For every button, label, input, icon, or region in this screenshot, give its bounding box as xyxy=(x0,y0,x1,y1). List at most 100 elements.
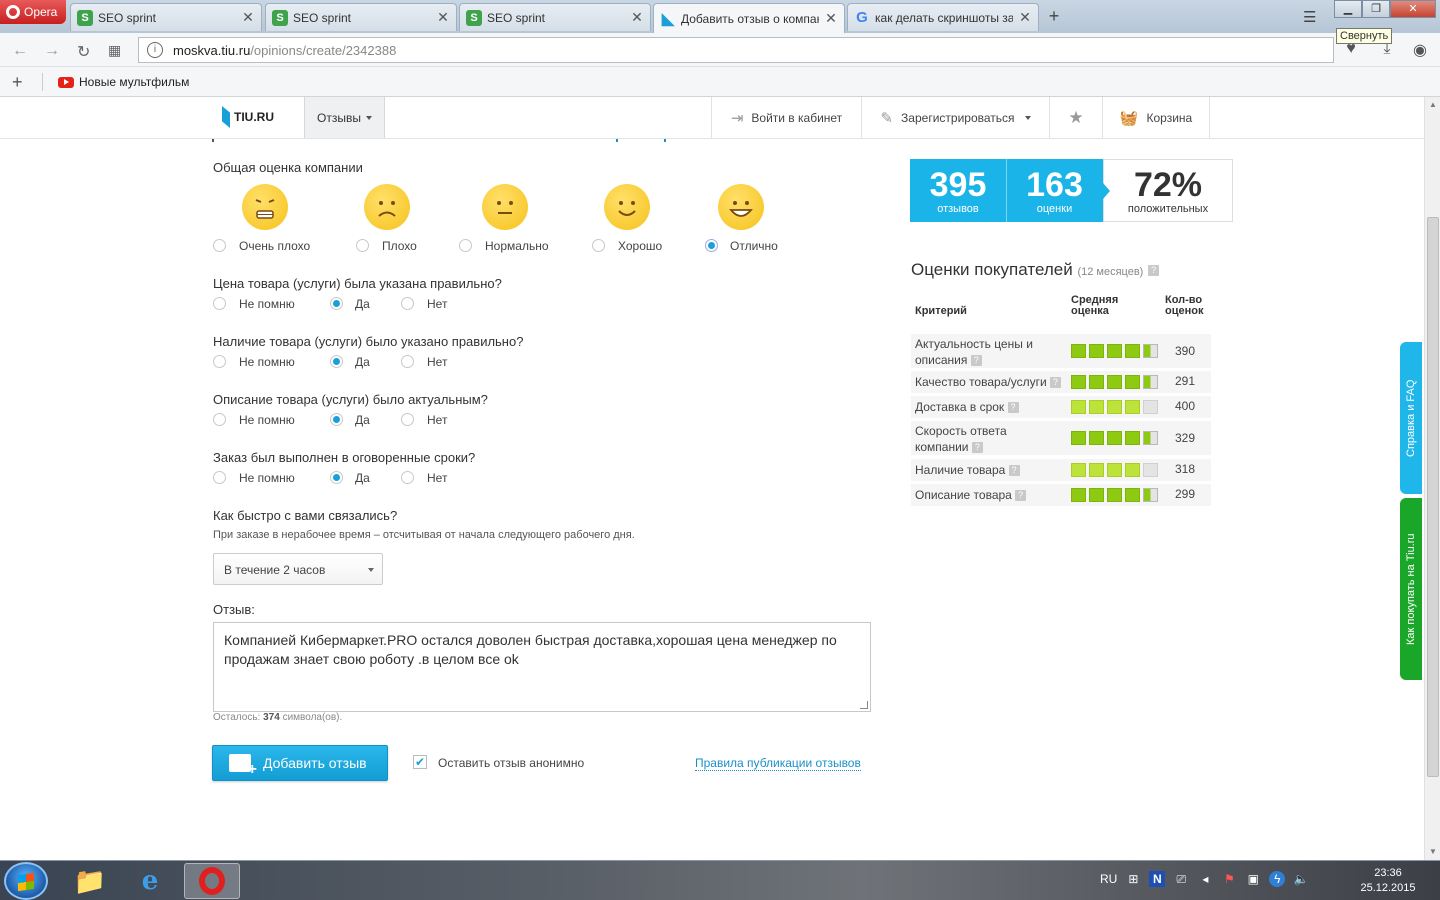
file-explorer-taskbar-icon[interactable]: 📁 xyxy=(62,863,118,899)
how-to-buy-side-tab[interactable]: Как покупать на Tiu.ru xyxy=(1400,498,1422,680)
speed-dial-grid-icon[interactable]: ▦ xyxy=(108,42,121,59)
help-question-icon[interactable]: ? xyxy=(971,442,983,454)
forward-arrow-icon[interactable]: → xyxy=(44,42,60,60)
account-icon[interactable]: ◉ xyxy=(1410,40,1430,60)
neutral-face-icon[interactable] xyxy=(482,184,528,230)
cart-button[interactable]: 🧺 Корзина xyxy=(1102,97,1210,138)
help-faq-side-tab[interactable]: Справка и FAQ xyxy=(1400,342,1422,494)
browser-tab[interactable]: S SEO sprint ✕ xyxy=(70,3,262,31)
tab-close-icon[interactable]: ✕ xyxy=(630,9,644,26)
bookmark-item[interactable]: Новые мультфильм xyxy=(58,75,189,89)
question-description-yes-radio[interactable] xyxy=(330,413,343,426)
ratings-stat[interactable]: 163 оценки xyxy=(1006,159,1102,222)
overall-excellent-radio[interactable] xyxy=(705,239,718,252)
question-price-yes-radio[interactable] xyxy=(330,297,343,310)
help-question-icon[interactable]: ? xyxy=(1008,465,1020,477)
question-deadline-yes-radio[interactable] xyxy=(330,471,343,484)
close-window-button[interactable]: ✕ xyxy=(1390,0,1436,18)
criterion-line: Актуальность цены и xyxy=(915,337,1033,351)
page-scrollbar[interactable]: ▲ ▼ xyxy=(1424,97,1440,860)
new-tab-button[interactable]: + xyxy=(1044,6,1064,27)
help-question-icon[interactable]: ? xyxy=(1015,490,1027,502)
remaining-suffix: символа(ов). xyxy=(282,712,343,723)
youtube-icon xyxy=(58,76,74,88)
browser-tab[interactable]: G как делать скриншоты за ✕ xyxy=(847,3,1039,31)
overall-very-bad-radio[interactable] xyxy=(213,239,226,252)
opera-taskbar-icon[interactable] xyxy=(184,863,240,899)
maximize-button[interactable]: ❐ xyxy=(1362,0,1390,18)
tab-close-icon[interactable]: ✕ xyxy=(824,10,838,27)
help-question-icon[interactable]: ? xyxy=(1148,265,1160,277)
overall-good-radio[interactable] xyxy=(592,239,605,252)
tab-menu-icon[interactable]: ☰ xyxy=(1303,8,1316,26)
help-question-icon[interactable]: ? xyxy=(1007,402,1019,414)
question-price-no-radio[interactable] xyxy=(401,297,414,310)
question-price-dont-remember-radio[interactable] xyxy=(213,297,226,310)
browser-tab[interactable]: S SEO sprint ✕ xyxy=(265,3,457,31)
display-icon[interactable]: ▣ xyxy=(1245,871,1261,887)
minimize-button[interactable]: ▁ xyxy=(1334,0,1362,18)
clock-time: 23:36 xyxy=(1374,867,1402,879)
tab-title: SEO sprint xyxy=(487,10,546,25)
reviews-stat[interactable]: 395 отзывов xyxy=(910,159,1006,222)
browser-tab-active[interactable]: ◣ Добавить отзыв о компан ✕ xyxy=(653,3,845,33)
taskbar-clock[interactable]: 23:36 25.12.2015 xyxy=(1356,866,1420,896)
flag-alert-icon[interactable]: ⚑ xyxy=(1221,871,1237,887)
tab-close-icon[interactable]: ✕ xyxy=(1018,9,1032,26)
help-question-icon[interactable]: ? xyxy=(970,355,982,367)
publication-rules-link[interactable]: Правила публикации отзывов xyxy=(695,756,861,771)
n-app-icon[interactable]: N xyxy=(1149,871,1166,887)
question-description-no-radio[interactable] xyxy=(401,413,414,426)
opera-menu-button[interactable]: Opera xyxy=(0,0,66,24)
login-button[interactable]: ⇥ Войти в кабинет xyxy=(711,97,861,138)
language-indicator[interactable]: RU xyxy=(1100,872,1117,886)
register-button[interactable]: ✎ Зарегистрироваться xyxy=(861,97,1049,138)
internet-explorer-taskbar-icon[interactable]: e xyxy=(122,863,178,899)
network-icon[interactable]: ⎚ xyxy=(1173,871,1189,887)
site-logo[interactable]: TIU.RU xyxy=(222,106,274,128)
url-input[interactable]: i moskva.tiu.ru/opinions/create/2342388 xyxy=(138,37,1334,63)
excellent-face-icon[interactable] xyxy=(718,184,764,230)
back-arrow-icon[interactable]: ← xyxy=(12,42,28,60)
resize-handle-icon[interactable] xyxy=(860,701,868,709)
scroll-up-arrow-icon[interactable]: ▲ xyxy=(1429,100,1437,109)
help-question-icon[interactable]: ? xyxy=(1050,377,1061,389)
review-textarea[interactable]: Компанией Кибермаркет.PRO остался доволе… xyxy=(213,622,871,712)
contact-speed-select[interactable]: В течение 2 часов xyxy=(213,553,383,585)
anonymous-checkbox[interactable]: ✔ xyxy=(413,755,427,769)
overall-neutral-radio[interactable] xyxy=(459,239,472,252)
bolt-app-icon[interactable]: ϟ xyxy=(1269,871,1286,887)
page-content: Общая оценка компании Очень плохо Плохо … xyxy=(0,139,1424,860)
question-description-dont-remember-radio[interactable] xyxy=(213,413,226,426)
criterion-line: Скорость ответа xyxy=(915,424,1007,438)
start-button[interactable] xyxy=(4,862,48,900)
question-deadline-no-radio[interactable] xyxy=(401,471,414,484)
question-availability-yes-radio[interactable] xyxy=(330,355,343,368)
bad-face-icon[interactable] xyxy=(364,184,410,230)
reload-icon[interactable]: ↻ xyxy=(77,42,90,62)
speaker-small-icon[interactable]: ◂ xyxy=(1197,871,1213,887)
browser-tab[interactable]: S SEO sprint ✕ xyxy=(459,3,651,31)
question-availability-dont-remember-radio[interactable] xyxy=(213,355,226,368)
scrollbar-thumb[interactable] xyxy=(1427,217,1439,777)
question-availability-no-radio[interactable] xyxy=(401,355,414,368)
tab-close-icon[interactable]: ✕ xyxy=(241,9,255,26)
tab-close-icon[interactable]: ✕ xyxy=(436,9,450,26)
very-bad-face-icon[interactable] xyxy=(242,184,288,230)
good-face-icon[interactable] xyxy=(604,184,650,230)
rating-segment xyxy=(1071,375,1086,389)
add-review-button[interactable]: Добавить отзыв xyxy=(212,745,388,781)
rating-count: 299 xyxy=(1175,487,1196,501)
favorites-button[interactable]: ★ xyxy=(1049,97,1102,138)
overall-bad-radio[interactable] xyxy=(356,239,369,252)
rating-criterion: Качество товара/услуги ? xyxy=(915,374,1061,390)
windows-flag-icon[interactable]: ⊞ xyxy=(1125,871,1141,887)
scroll-down-arrow-icon[interactable]: ▼ xyxy=(1429,847,1437,856)
reviews-menu-button[interactable]: Отзывы xyxy=(304,97,385,138)
site-info-icon[interactable]: i xyxy=(147,42,163,58)
volume-icon[interactable]: 🔈 xyxy=(1293,871,1309,887)
question-deadline-dont-remember-radio[interactable] xyxy=(213,471,226,484)
rating-segment xyxy=(1071,400,1086,414)
remaining-counter: Осталось: 374 символа(ов). xyxy=(213,712,342,723)
add-bookmark-button[interactable]: + xyxy=(12,72,23,93)
